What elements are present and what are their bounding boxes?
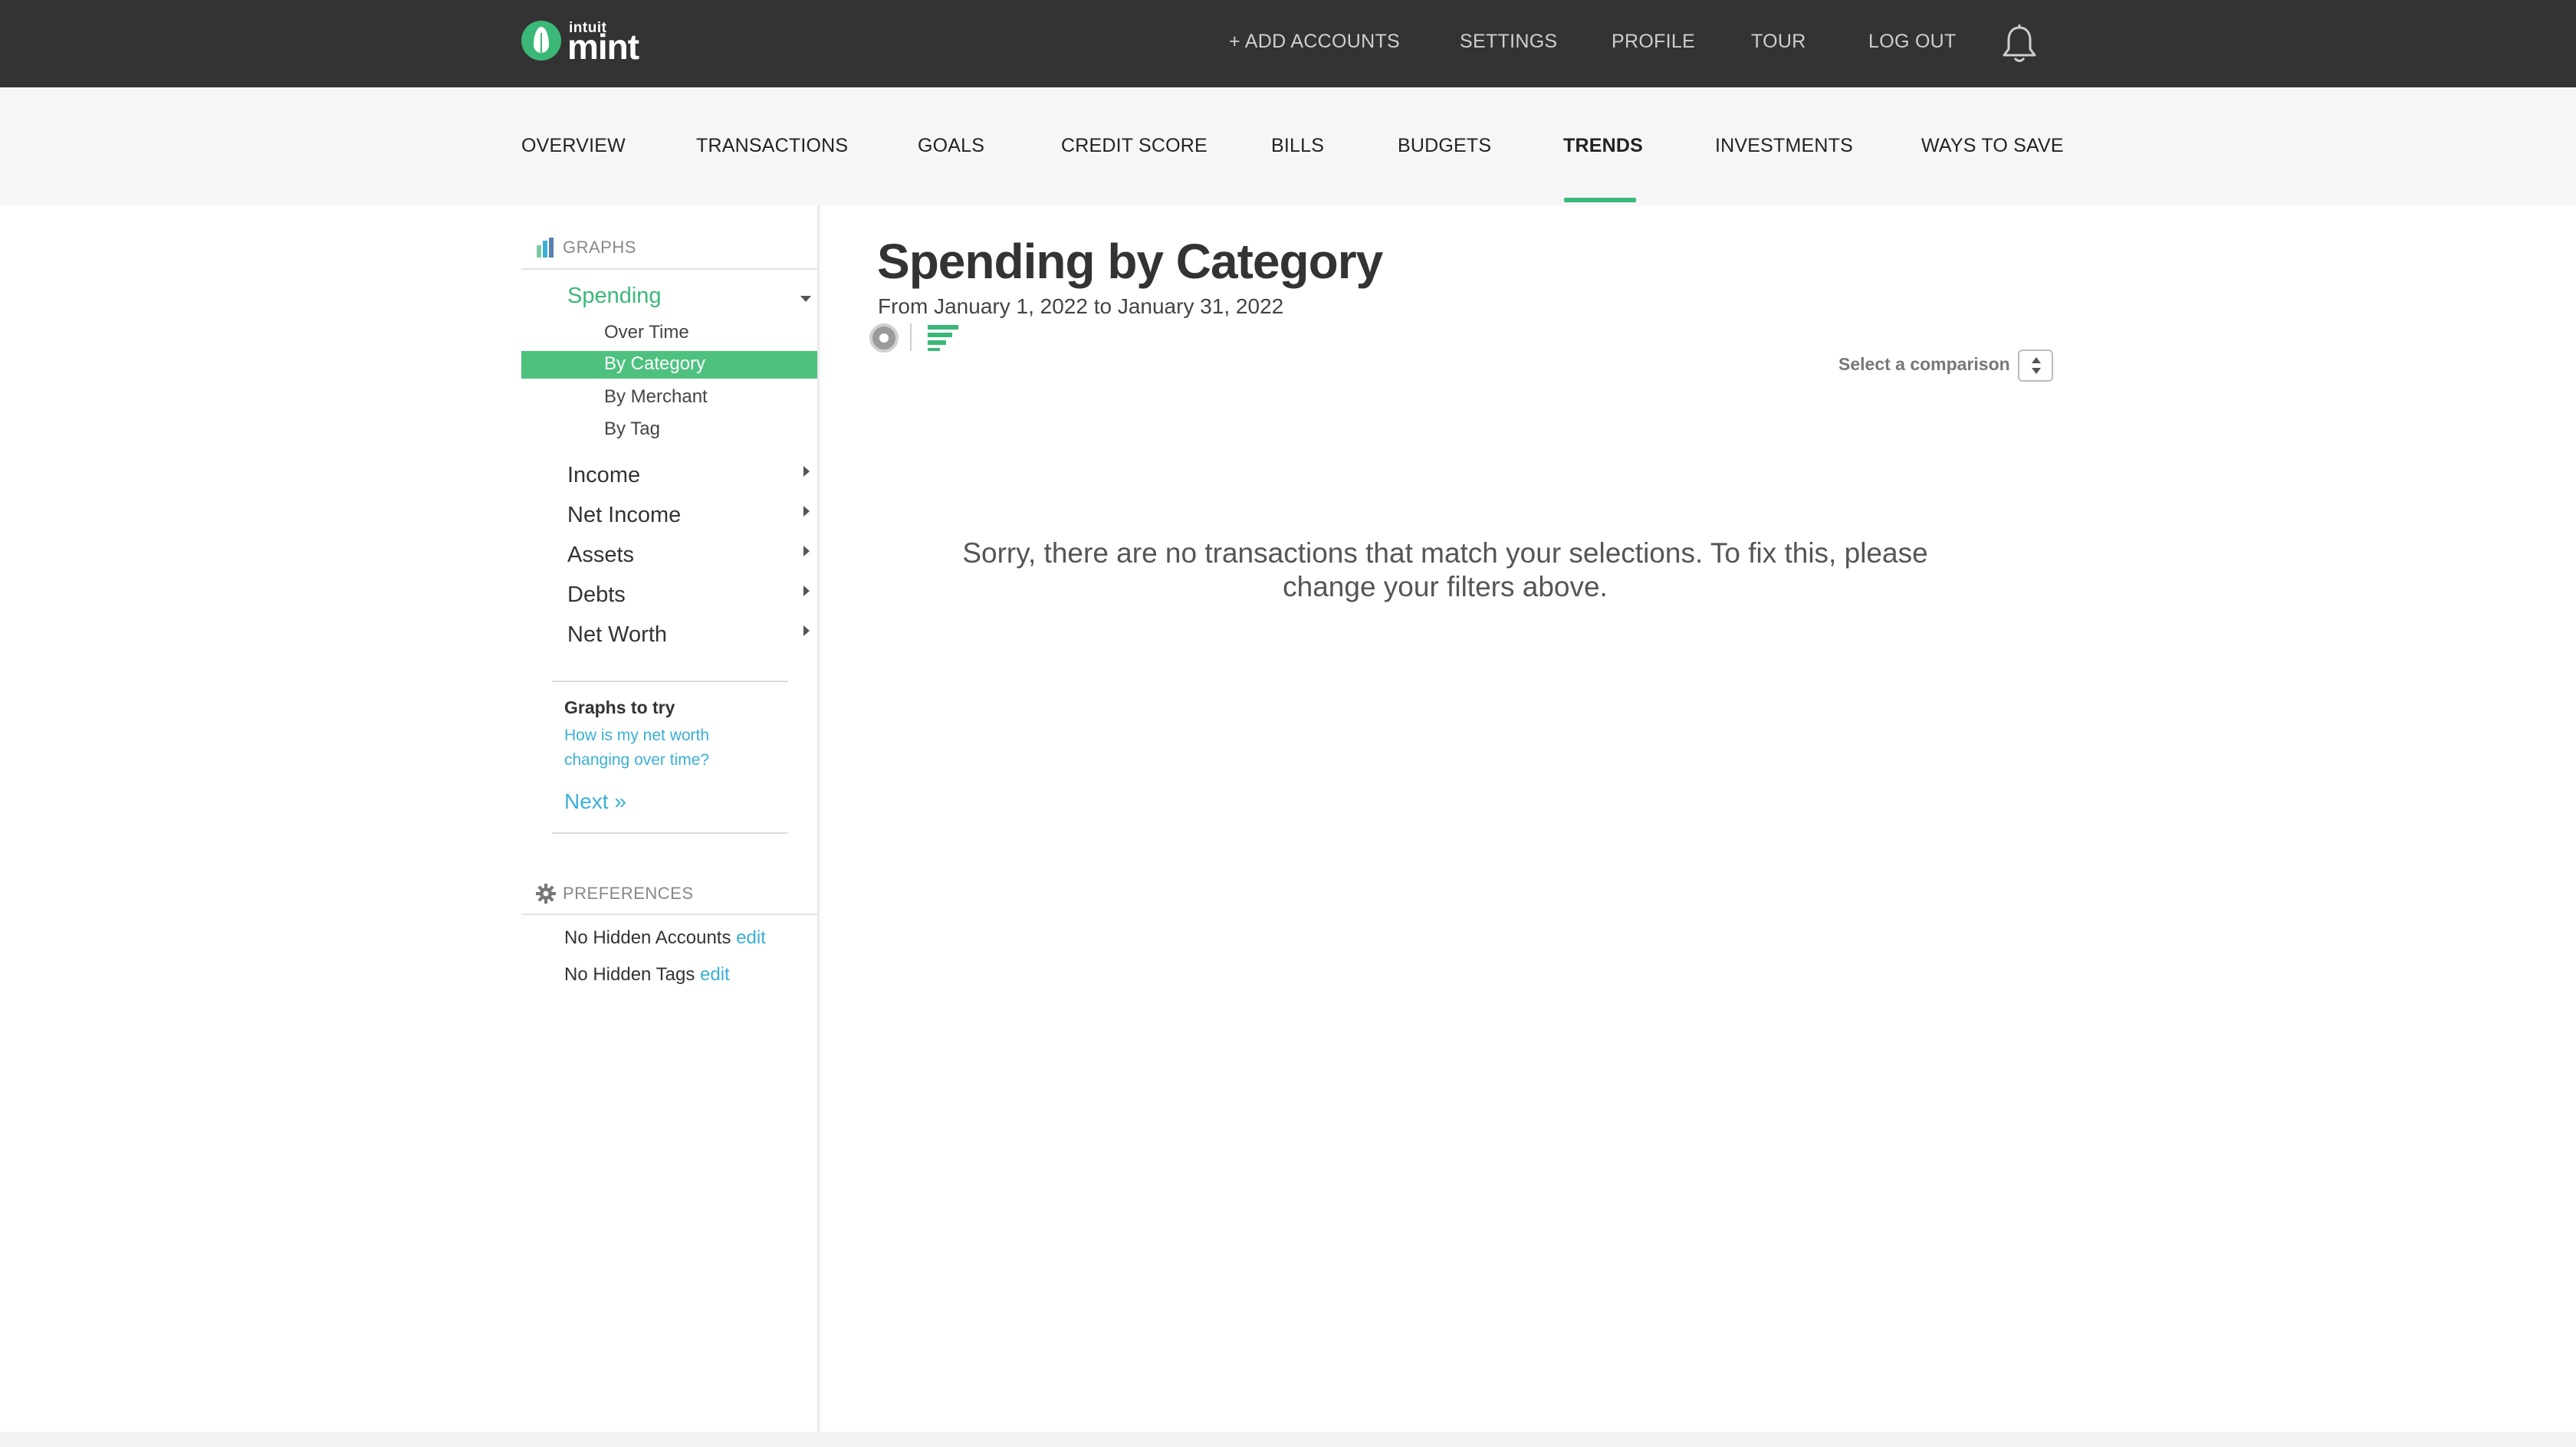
tab-bills[interactable]: BILLS (1271, 135, 1324, 157)
sidebar-divider (552, 681, 788, 682)
gear-icon (536, 884, 556, 904)
tab-budgets[interactable]: BUDGETS (1398, 135, 1491, 157)
sidebar-item-income[interactable]: Income (567, 463, 640, 488)
graphs-heading: GRAPHS (535, 238, 636, 258)
content-divider (817, 205, 822, 1432)
logo-wordmark: intuit mint (567, 20, 653, 67)
graphs-heading-label: GRAPHS (563, 238, 636, 257)
pie-chart-icon[interactable] (869, 323, 899, 353)
edit-hidden-accounts-link[interactable]: edit (736, 927, 766, 948)
mint-leaf-icon (521, 21, 561, 61)
hidden-tags-line: No Hidden Tags edit (564, 964, 730, 986)
log-out-link[interactable]: LOG OUT (1868, 31, 1957, 53)
sidebar-item-net-worth[interactable]: Net Worth (567, 622, 667, 648)
mint-logo[interactable]: intuit mint (521, 20, 653, 67)
main-nav: OVERVIEW TRANSACTIONS GOALS CREDIT SCORE… (0, 87, 2576, 205)
profile-link[interactable]: PROFILE (1612, 31, 1695, 53)
sidebar-divider (552, 832, 788, 834)
bar-chart-icon (537, 238, 554, 258)
graphs-to-try-title: Graphs to try (564, 697, 675, 717)
tab-ways-to-save[interactable]: WAYS TO SAVE (1921, 135, 2064, 157)
sidebar-item-debts[interactable]: Debts (567, 582, 626, 608)
hidden-tags-text: No Hidden Tags (564, 964, 695, 985)
sidebar-subitem-by-tag[interactable]: By Tag (604, 418, 660, 440)
sidebar-subitem-by-category-label: By Category (604, 353, 706, 374)
chevron-right-icon[interactable] (803, 506, 810, 517)
chevron-right-icon[interactable] (803, 625, 810, 636)
chevron-right-icon[interactable] (803, 466, 810, 477)
hidden-accounts-text: No Hidden Accounts (564, 927, 731, 948)
preferences-heading-rule (521, 914, 819, 915)
edit-hidden-tags-link[interactable]: edit (700, 964, 730, 985)
tab-credit-score[interactable]: CREDIT SCORE (1061, 135, 1208, 157)
preferences-heading: PREFERENCES (535, 883, 694, 904)
add-accounts-link[interactable]: + ADD ACCOUNTS (1229, 31, 1400, 53)
tab-overview[interactable]: OVERVIEW (521, 135, 626, 157)
comparison-select[interactable] (2018, 349, 2053, 382)
next-suggestion-link[interactable]: Next » (564, 789, 626, 814)
sidebar-item-assets[interactable]: Assets (567, 543, 634, 568)
active-tab-indicator (1564, 198, 1636, 202)
comparison-label: Select a comparison (1838, 354, 2010, 374)
logo-mint-text: mint (567, 27, 639, 67)
sidebar-item-spending[interactable]: Spending (567, 284, 662, 309)
chevron-down-icon[interactable] (800, 296, 811, 302)
empty-state-message: Sorry, there are no transactions that ma… (962, 537, 1928, 602)
tour-link[interactable]: TOUR (1751, 31, 1806, 53)
settings-link[interactable]: SETTINGS (1460, 31, 1557, 53)
tab-transactions[interactable]: TRANSACTIONS (696, 135, 848, 157)
sidebar-subitem-over-time[interactable]: Over Time (604, 322, 689, 343)
footer-strip (0, 1432, 2576, 1447)
page-title: Spending by Category (877, 234, 1383, 289)
tab-goals[interactable]: GOALS (918, 135, 984, 157)
date-range: From January 1, 2022 to January 31, 2022 (878, 294, 1284, 318)
hidden-accounts-line: No Hidden Accounts edit (564, 927, 766, 949)
bar-list-icon[interactable] (928, 323, 958, 351)
sidebar-subitem-by-category[interactable]: By Category (521, 351, 819, 379)
tab-trends[interactable]: TRENDS (1563, 135, 1643, 157)
view-toggle-separator (910, 323, 912, 351)
sidebar-item-net-income[interactable]: Net Income (567, 503, 681, 528)
chevron-right-icon[interactable] (803, 546, 810, 556)
graphs-to-try-link[interactable]: How is my net worth changing over time? (564, 724, 748, 773)
view-toggle (869, 320, 961, 353)
bell-icon[interactable] (1999, 23, 2039, 66)
top-bar: intuit mint + ADD ACCOUNTS SETTINGS PROF… (0, 0, 2576, 87)
preferences-heading-label: PREFERENCES (563, 884, 694, 903)
sidebar: GRAPHS Spending Over Time By Category By… (521, 205, 819, 1432)
sidebar-subitem-by-merchant[interactable]: By Merchant (604, 386, 708, 408)
tab-investments[interactable]: INVESTMENTS (1715, 135, 1853, 157)
graphs-heading-rule (521, 268, 819, 270)
chevron-right-icon[interactable] (803, 586, 810, 596)
